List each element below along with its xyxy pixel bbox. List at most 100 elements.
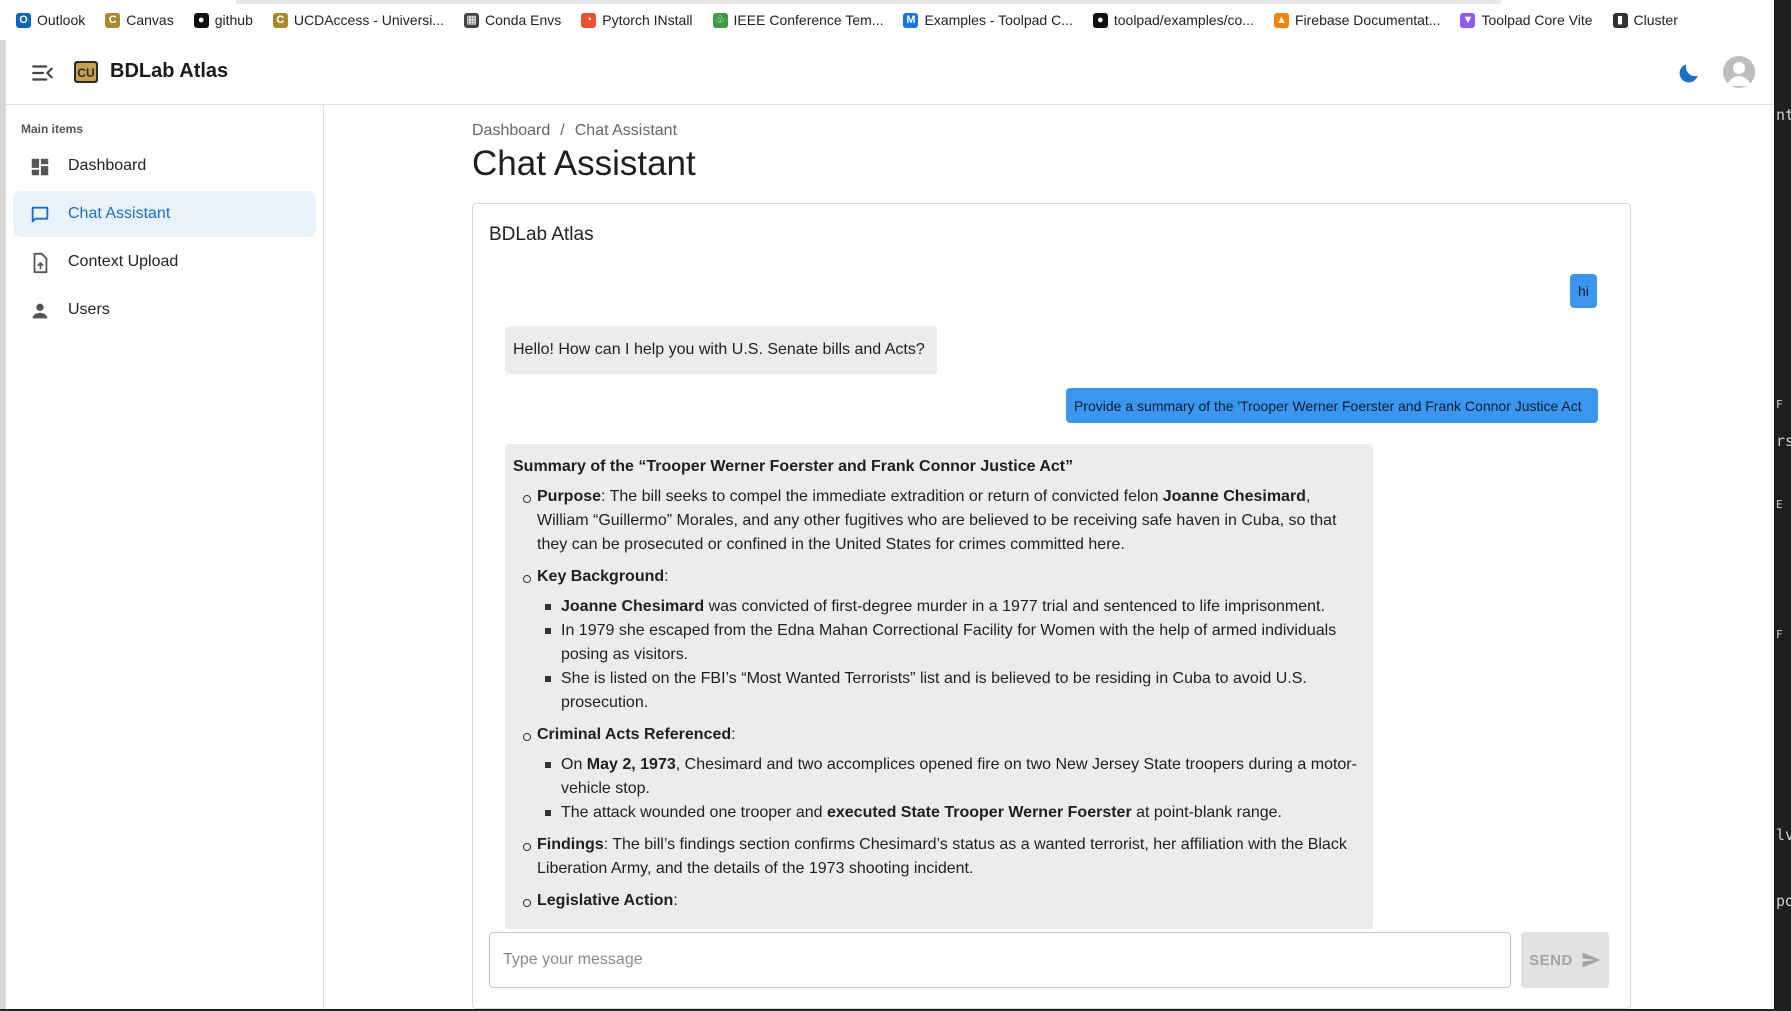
bookmark-item[interactable]: ▦ Conda Envs xyxy=(464,12,561,28)
criminal-text: On xyxy=(561,756,587,773)
terminal-text: rs xyxy=(1776,432,1791,450)
sidebar-item-label: Chat Assistant xyxy=(68,205,171,222)
list-item: Purpose: The bill seeks to compel the im… xyxy=(513,485,1365,557)
sidebar: Main items Dashboard Chat Assistant Cont xyxy=(6,105,324,1009)
dark-mode-toggle[interactable] xyxy=(1676,60,1702,86)
purpose-name: Joanne Chesimard xyxy=(1162,488,1306,505)
assistant-message: Hello! How can I help you with U.S. Sena… xyxy=(505,326,937,374)
bookmark-label: Toolpad Core Vite xyxy=(1481,12,1593,28)
purpose-label: Purpose xyxy=(537,488,602,505)
overleaf-icon: ♧ xyxy=(712,12,728,28)
list-item: Legislative Action: xyxy=(513,889,1365,913)
background-text: was convicted of first-degree murder in … xyxy=(704,598,1325,615)
bookmarks-bar: O Outlook C Canvas ● github C UCDAccess - Unive… xyxy=(0,0,1774,40)
bookmark-label: IEEE Conference Tem... xyxy=(733,12,884,28)
page-title: Chat Assistant xyxy=(472,144,696,183)
cu-logo-icon: C xyxy=(105,12,121,28)
terminal-text: lv xyxy=(1776,826,1791,844)
bookmark-item[interactable]: ▼ Toolpad Core Vite xyxy=(1460,12,1593,28)
account-avatar-button[interactable] xyxy=(1723,56,1755,88)
svg-text:CU: CU xyxy=(77,66,94,80)
bookmark-item[interactable]: ● github xyxy=(193,12,253,28)
pytorch-icon: ◔ xyxy=(581,12,597,28)
person-icon xyxy=(32,303,48,319)
bookmark-item[interactable]: ▮ Cluster xyxy=(1612,12,1678,28)
vite-icon: ▼ xyxy=(1460,12,1476,28)
list-item: She is listed on the FBI’s “Most Wanted … xyxy=(537,667,1365,715)
sidebar-item-label: Context Upload xyxy=(68,253,179,270)
message-input[interactable] xyxy=(489,932,1511,988)
list-item: On May 2, 1973, Chesimard and two accomp… xyxy=(537,753,1365,801)
outlook-icon: O xyxy=(16,12,31,28)
background-sublist: Joanne Chesimard was convicted of first-… xyxy=(537,595,1365,715)
list-item: In 1979 she escaped from the Edna Mahan … xyxy=(537,619,1365,667)
bookmark-label: github xyxy=(214,12,253,28)
bookmark-label: toolpad/examples/co... xyxy=(1113,12,1254,28)
send-button-label: SEND xyxy=(1529,951,1573,969)
menu-open-icon xyxy=(32,65,53,81)
chat-panel-title: BDLab Atlas xyxy=(489,224,594,245)
mui-icon: M xyxy=(903,12,919,28)
colon: : xyxy=(664,568,669,585)
sidebar-item-label: Users xyxy=(68,301,110,318)
assistant-message: Summary of the “Trooper Werner Foerster … xyxy=(505,444,1373,929)
findings-label: Findings xyxy=(537,836,604,853)
bookmark-label: UCDAccess - Universi... xyxy=(293,12,445,28)
send-icon xyxy=(1582,952,1601,968)
findings-text: : The bill’s findings section confirms C… xyxy=(537,836,1347,877)
sidebar-item-chat-assistant[interactable]: Chat Assistant xyxy=(13,191,316,237)
firebase-icon: ▲ xyxy=(1273,12,1289,28)
bookmark-item[interactable]: M Examples - Toolpad C... xyxy=(903,12,1073,28)
breadcrumb-dashboard-link[interactable]: Dashboard xyxy=(472,122,550,140)
github-icon: ● xyxy=(193,12,209,28)
breadcrumb: Dashboard / Chat Assistant xyxy=(472,122,677,140)
sidebar-subheader: Main items xyxy=(21,122,84,136)
list-item: Criminal Acts Referenced: On May 2, 1973… xyxy=(513,723,1365,825)
chat-icon xyxy=(31,206,49,223)
moon-icon xyxy=(1679,64,1698,83)
bookmark-item[interactable]: C UCDAccess - Universi... xyxy=(272,12,445,28)
legislative-label: Legislative Action xyxy=(537,892,674,909)
criminal-date: May 2, 1973 xyxy=(586,756,676,773)
sidebar-item-context-upload[interactable]: Context Upload xyxy=(13,239,316,285)
summary-list: Purpose: The bill seeks to compel the im… xyxy=(513,485,1365,913)
bookmark-label: Conda Envs xyxy=(485,12,562,28)
bookmark-item[interactable]: ♧ IEEE Conference Tem... xyxy=(712,12,884,28)
bookmark-label: Examples - Toolpad C... xyxy=(924,12,1073,28)
colon: : xyxy=(731,726,736,743)
upload-file-icon xyxy=(33,252,48,274)
send-button[interactable]: SEND xyxy=(1521,932,1609,988)
bookmark-label: Outlook xyxy=(37,12,86,28)
breadcrumb-current: Chat Assistant xyxy=(574,122,678,139)
bookmark-label: Cluster xyxy=(1633,12,1678,28)
sidebar-item-users[interactable]: Users xyxy=(13,287,316,333)
criminal-text-rest: at point-blank range. xyxy=(1131,804,1282,821)
background-label: Key Background xyxy=(537,568,665,585)
message-composer: SEND xyxy=(489,932,1616,988)
bookmark-item[interactable]: O Outlook xyxy=(16,12,85,28)
book-icon: ▮ xyxy=(1612,12,1628,28)
bookmark-item[interactable]: ● toolpad/examples/co... xyxy=(1092,12,1254,28)
chat-panel: BDLab Atlas hi Hello! How can I help you… xyxy=(472,203,1631,1009)
breadcrumb-separator: / xyxy=(560,122,565,139)
bookmark-item[interactable]: ◔ Pytorch INstall xyxy=(581,12,693,28)
menu-collapse-button[interactable] xyxy=(30,60,56,86)
criminal-text: The attack wounded one trooper and xyxy=(561,804,827,821)
purpose-text: : The bill seeks to compel the immediate… xyxy=(601,488,1163,505)
bookmark-label: Canvas xyxy=(126,12,174,28)
criminal-sublist: On May 2, 1973, Chesimard and two accomp… xyxy=(537,753,1365,825)
app-title: BDLab Atlas xyxy=(110,60,229,82)
bookmark-item[interactable]: ▲ Firebase Documentat... xyxy=(1273,12,1440,28)
sidebar-item-dashboard[interactable]: Dashboard xyxy=(13,143,316,189)
bookmark-item[interactable]: C Canvas xyxy=(105,12,174,28)
terminal-text: nt xyxy=(1776,106,1791,124)
tab-strip-edge xyxy=(236,0,1501,4)
background-terminal-window: nt F rs E F lv po xyxy=(1774,0,1791,1011)
list-item: Findings: The bill’s findings section co… xyxy=(513,833,1365,881)
app-header: CU BDLab Atlas xyxy=(6,40,1774,105)
table-icon: ▦ xyxy=(464,12,480,28)
terminal-text: po xyxy=(1776,892,1791,910)
message-text: hi xyxy=(1578,283,1589,299)
sidebar-item-label: Dashboard xyxy=(68,157,147,174)
message-text: Provide a summary of the 'Trooper Werner… xyxy=(1074,397,1582,414)
